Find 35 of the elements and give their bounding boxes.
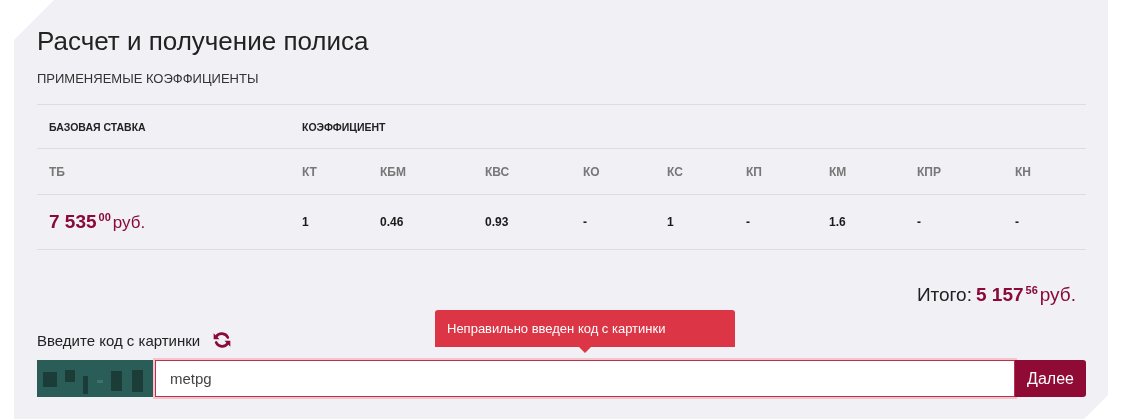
page-title: Расчет и получение полиса: [37, 26, 370, 57]
column-header: КВС: [485, 164, 511, 179]
section-label: ПРИМЕНЯЕМЫЕ КОЭФФИЦИЕНТЫ: [37, 71, 260, 86]
column-group-header: КОЭФФИЦИЕНТ: [302, 120, 387, 133]
column-header: КБМ: [380, 164, 407, 179]
column-header: КН: [1015, 164, 1032, 179]
table-cell-text: -: [917, 215, 922, 229]
refresh-icon[interactable]: [212, 330, 233, 350]
table-cell-text: 0.46: [380, 215, 405, 229]
column-header: КМ: [829, 164, 848, 179]
captcha-input[interactable]: metpg: [155, 360, 1015, 397]
table-cell-text: -: [746, 215, 751, 229]
table-cell-text: 0.93: [485, 215, 510, 229]
error-tooltip: Неправильно введен код с картинки: [435, 310, 735, 353]
table-cell-text: -: [583, 215, 588, 229]
table-cell-text: -: [1015, 215, 1020, 229]
currency-label: руб.: [1039, 284, 1076, 306]
column-header: КПР: [917, 164, 942, 179]
total-label: Итого:: [916, 284, 972, 306]
table-cell-text: 1: [667, 215, 675, 229]
table-cell-text: 1: [302, 215, 310, 229]
base-rate-amount: 7 535: [49, 211, 97, 233]
total-amount: 5 157: [975, 284, 1024, 306]
total-cents: 56: [1025, 284, 1038, 296]
currency-label: руб.: [112, 213, 146, 233]
column-header: КП: [746, 164, 763, 179]
next-button[interactable]: Далее: [1015, 360, 1086, 397]
column-header: ТБ: [48, 164, 66, 179]
base-rate-cents: 00: [98, 211, 111, 223]
column-header: КО: [583, 164, 601, 179]
table-cell-text: 1.6: [829, 215, 847, 229]
column-header: КТ: [302, 164, 318, 179]
column-header: КС: [667, 164, 684, 179]
captcha-label: Введите код с картинки: [37, 331, 201, 349]
column-group-header: БАЗОВАЯ СТАВКА: [48, 120, 147, 133]
